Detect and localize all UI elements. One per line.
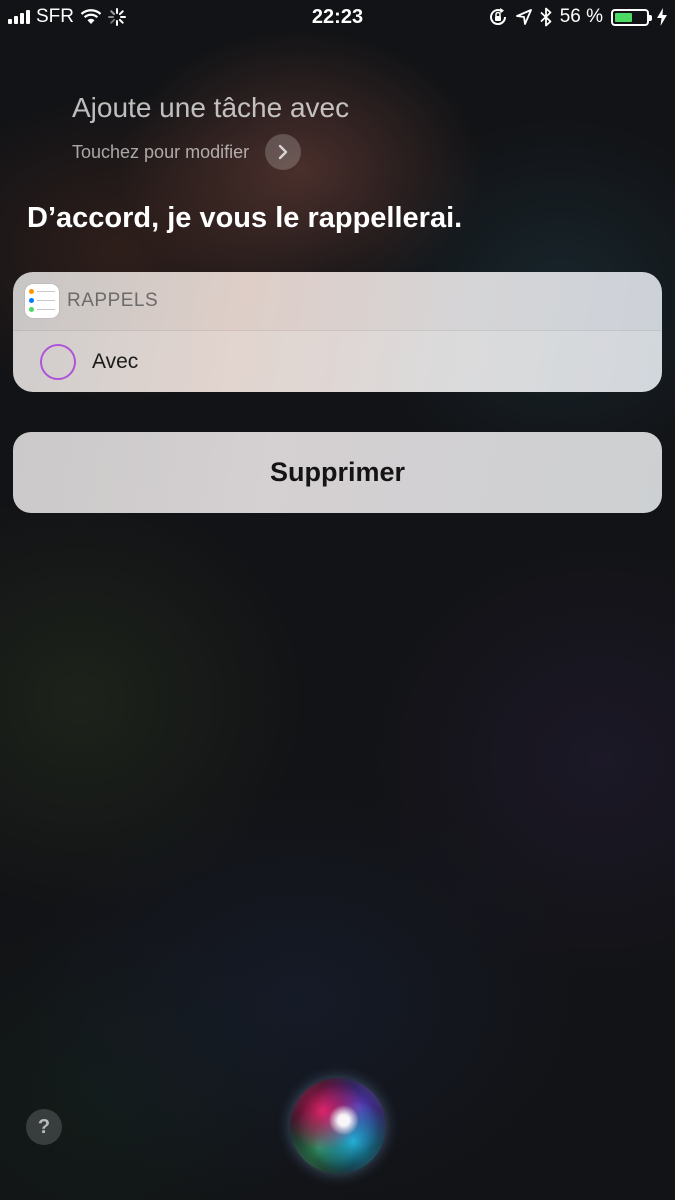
battery-icon <box>611 8 652 26</box>
delete-button[interactable]: Supprimer <box>13 432 662 513</box>
reminder-checkbox[interactable] <box>40 344 76 380</box>
card-app-name: RAPPELS <box>67 290 159 311</box>
siri-orb-button[interactable] <box>290 1078 386 1174</box>
charging-icon <box>657 8 667 26</box>
location-icon <box>515 9 532 25</box>
battery-level-fill <box>615 12 632 22</box>
reminders-app-icon <box>25 284 59 318</box>
siri-query[interactable]: Ajoute une tâche avec <box>72 92 349 124</box>
card-header: RAPPELS <box>13 272 662 331</box>
edit-query-row[interactable]: Touchez pour modifier <box>72 134 302 170</box>
wifi-icon <box>80 9 102 24</box>
bluetooth-icon <box>540 7 552 27</box>
reminder-card[interactable]: RAPPELS Avec <box>13 272 662 392</box>
edit-query-button[interactable] <box>265 134 302 170</box>
status-right: 56 % <box>488 6 667 28</box>
status-left: SFR <box>8 6 126 28</box>
activity-spinner-icon <box>108 8 126 26</box>
reminder-item-label: Avec <box>92 350 139 373</box>
signal-icon <box>8 10 30 24</box>
siri-response: D’accord, je vous le rappellerai. <box>27 202 463 234</box>
battery-percent: 56 % <box>559 6 603 27</box>
chevron-right-icon <box>278 144 288 160</box>
carrier-label: SFR <box>36 6 74 27</box>
reminder-item[interactable]: Avec <box>13 331 662 392</box>
status-bar: SFR 22:23 56 % <box>0 0 675 36</box>
help-button[interactable]: ? <box>26 1109 62 1145</box>
orientation-lock-icon <box>489 8 506 26</box>
edit-hint[interactable]: Touchez pour modifier <box>72 142 249 163</box>
